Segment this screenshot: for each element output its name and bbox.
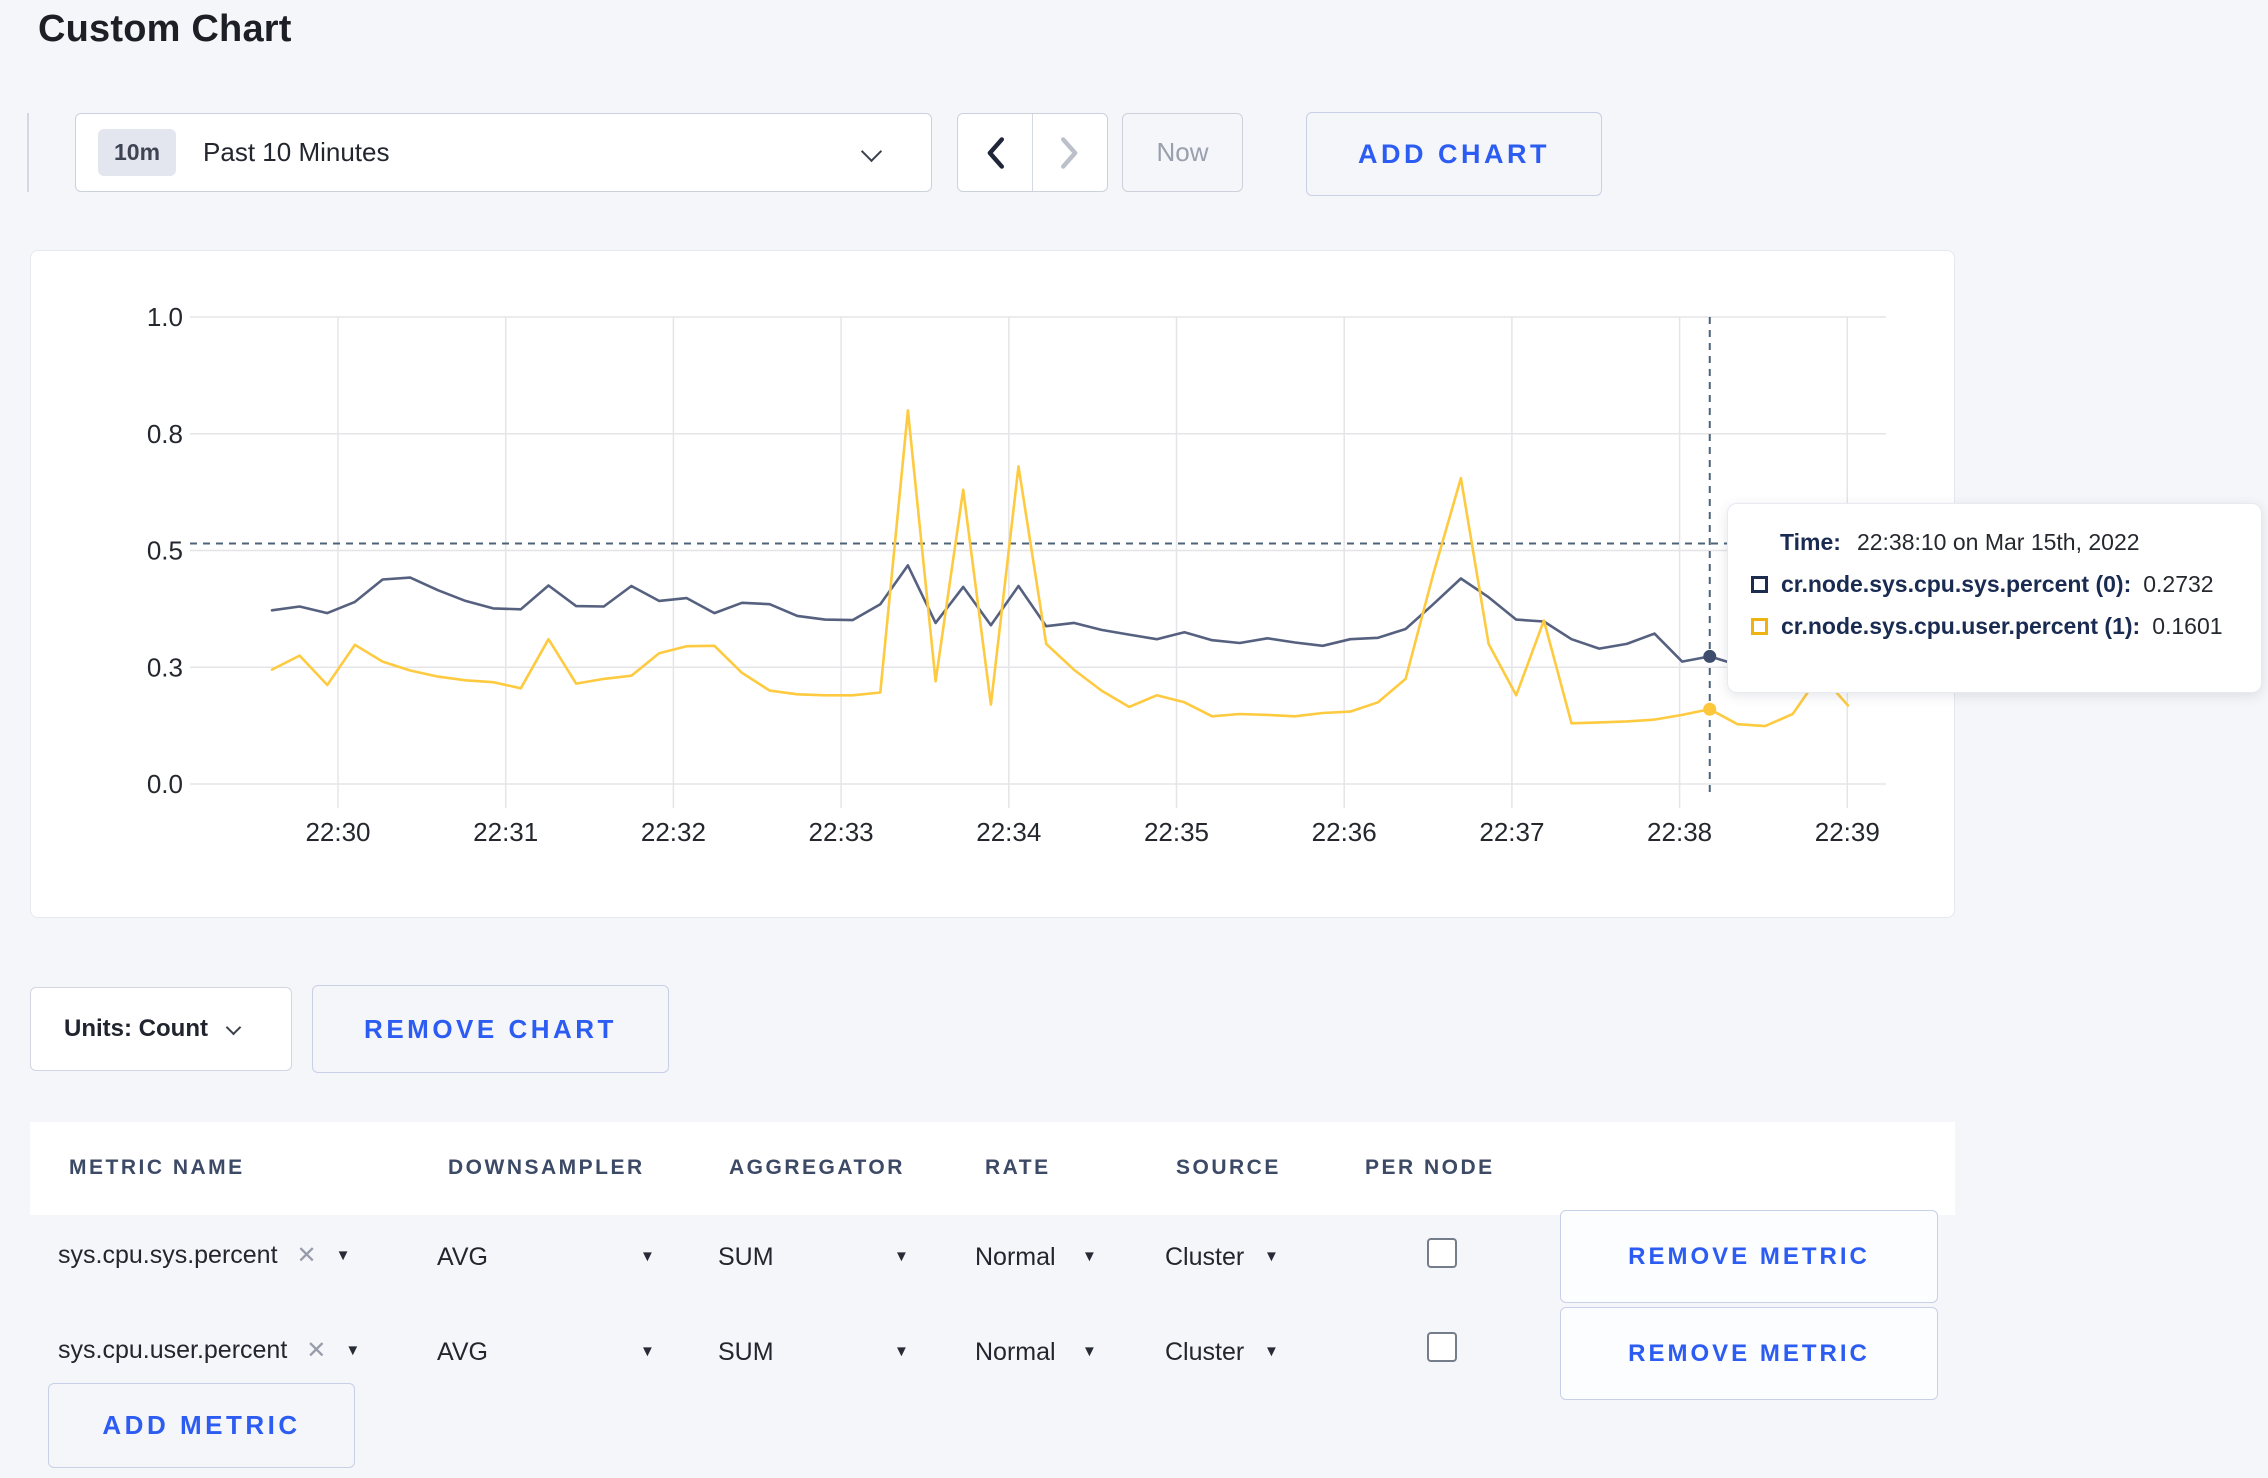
series-swatch-user-icon (1751, 618, 1768, 635)
caret-down-icon: ▼ (335, 1247, 351, 1264)
tooltip-time-value: 22:38:10 on Mar 15th, 2022 (1856, 529, 2140, 555)
now-button[interactable]: Now (1122, 113, 1243, 192)
tooltip-series-label: cr.node.sys.cpu.sys.percent (0): (1781, 571, 2132, 597)
per-node-checkbox[interactable] (1427, 1238, 1457, 1268)
chart-card (30, 250, 1955, 918)
time-window-select[interactable]: 10m Past 10 Minutes (75, 113, 932, 192)
toolbar-divider (27, 113, 29, 192)
clear-metric-icon[interactable]: ✕ (297, 1241, 317, 1270)
col-metric-name: METRIC NAME (69, 1156, 245, 1179)
caret-down-icon: ▼ (345, 1342, 361, 1359)
downsampler-value[interactable]: AVG (437, 1243, 488, 1272)
source-value[interactable]: Cluster (1165, 1243, 1244, 1272)
rate-value[interactable]: Normal (975, 1243, 1056, 1272)
caret-down-icon[interactable]: ▼ (640, 1343, 655, 1360)
metric-name-value: sys.cpu.sys.percent (58, 1241, 278, 1269)
series-swatch-sys-icon (1751, 576, 1768, 593)
units-select[interactable]: Units: Count (30, 987, 292, 1071)
col-downsampler: DOWNSAMPLER (448, 1156, 645, 1179)
chevron-down-icon (860, 140, 883, 163)
aggregator-value[interactable]: SUM (718, 1338, 774, 1367)
tooltip-series-value: 0.1601 (2152, 613, 2223, 639)
metric-name-select[interactable]: sys.cpu.sys.percent ✕ ▼ (58, 1241, 351, 1270)
caret-down-icon[interactable]: ▼ (894, 1343, 909, 1360)
aggregator-value[interactable]: SUM (718, 1243, 774, 1272)
chevron-left-icon (987, 136, 1005, 169)
tooltip-series-row: cr.node.sys.cpu.user.percent (1): 0.1601 (1751, 613, 2261, 640)
units-label: Units: Count (64, 1015, 208, 1042)
caret-down-icon[interactable]: ▼ (640, 1248, 655, 1265)
next-range-button[interactable] (1033, 114, 1107, 191)
chevron-down-icon (225, 1019, 242, 1035)
tooltip-time-label: Time: (1780, 529, 1841, 555)
add-metric-button[interactable]: ADD METRIC (48, 1383, 355, 1468)
chart-tooltip: Time: 22:38:10 on Mar 15th, 2022 cr.node… (1727, 503, 2262, 693)
prev-range-button[interactable] (958, 114, 1033, 191)
remove-metric-button[interactable]: REMOVE METRIC (1560, 1307, 1938, 1400)
remove-chart-button[interactable]: REMOVE CHART (312, 985, 669, 1073)
chevron-right-icon (1060, 136, 1078, 169)
caret-down-icon[interactable]: ▼ (1264, 1248, 1279, 1265)
per-node-checkbox[interactable] (1427, 1332, 1457, 1362)
remove-metric-button[interactable]: REMOVE METRIC (1560, 1210, 1938, 1303)
metric-name-value: sys.cpu.user.percent (58, 1336, 288, 1364)
tooltip-series-value: 0.2732 (2143, 571, 2214, 597)
tooltip-time-row: Time: 22:38:10 on Mar 15th, 2022 (1751, 529, 2261, 556)
caret-down-icon[interactable]: ▼ (1082, 1248, 1097, 1265)
tooltip-series-label: cr.node.sys.cpu.user.percent (1): (1781, 613, 2141, 639)
col-source: SOURCE (1176, 1156, 1281, 1179)
downsampler-value[interactable]: AVG (437, 1338, 488, 1367)
source-value[interactable]: Cluster (1165, 1338, 1244, 1367)
col-rate: RATE (985, 1156, 1051, 1179)
time-window-label: Past 10 Minutes (203, 137, 390, 167)
col-aggregator: AGGREGATOR (729, 1156, 905, 1179)
time-pager (957, 113, 1108, 192)
caret-down-icon[interactable]: ▼ (1264, 1343, 1279, 1360)
caret-down-icon[interactable]: ▼ (894, 1248, 909, 1265)
page-title: Custom Chart (38, 8, 292, 50)
clear-metric-icon[interactable]: ✕ (306, 1336, 326, 1365)
tooltip-series-row: cr.node.sys.cpu.sys.percent (0): 0.2732 (1751, 571, 2261, 598)
rate-value[interactable]: Normal (975, 1338, 1056, 1367)
caret-down-icon[interactable]: ▼ (1082, 1343, 1097, 1360)
add-chart-button[interactable]: ADD CHART (1306, 112, 1602, 196)
col-per-node: PER NODE (1365, 1156, 1495, 1179)
time-window-badge: 10m (98, 129, 177, 176)
metric-name-select[interactable]: sys.cpu.user.percent ✕ ▼ (58, 1336, 360, 1365)
